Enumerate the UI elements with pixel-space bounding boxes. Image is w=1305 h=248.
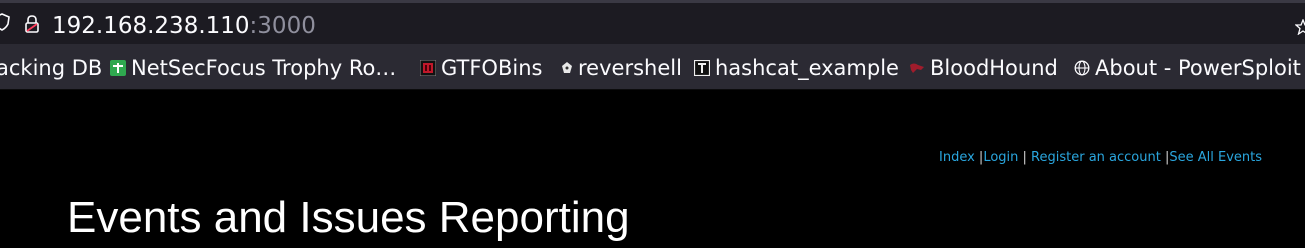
bookmark-label: About - PowerSploit xyxy=(1095,56,1301,80)
bookmark-revershell[interactable]: revershell xyxy=(561,55,682,81)
url-text[interactable]: 192.168.238.110:3000 xyxy=(52,12,316,40)
bookmark-gtfobins[interactable]: GTFOBins xyxy=(420,55,542,81)
nav-link-register[interactable]: Register an account xyxy=(1031,150,1161,165)
nav-link-see-all-events[interactable]: See All Events xyxy=(1169,150,1262,165)
top-nav: Index |Login | Register an account |See … xyxy=(939,150,1262,166)
bookmark-netsecfocus[interactable]: NetSecFocus Trophy Ro… xyxy=(110,55,396,81)
bookmark-label: acking DB xyxy=(0,56,103,80)
bookmark-star-icon[interactable] xyxy=(1295,19,1305,35)
bookmark-label: BloodHound xyxy=(930,56,1058,80)
green-plus-favicon xyxy=(110,60,126,76)
shield-icon[interactable] xyxy=(0,13,10,31)
url-port: :3000 xyxy=(249,13,316,39)
bookmark-label: hashcat_example xyxy=(715,56,899,80)
bookmark-powersploit[interactable]: About - PowerSploit xyxy=(1074,55,1301,81)
lock-icon[interactable] xyxy=(24,15,40,33)
bookmark-hashcat-example[interactable]: hashcat_example xyxy=(694,55,899,81)
bookmark-hacking-db[interactable]: acking DB xyxy=(0,55,102,81)
bookmark-label: NetSecFocus Trophy Ro… xyxy=(131,56,397,80)
nav-link-login[interactable]: Login xyxy=(983,150,1018,165)
shell-favicon xyxy=(562,62,572,73)
red-gtfobins-favicon xyxy=(420,60,436,76)
page-title: Events and Issues Reporting xyxy=(67,193,630,242)
bloodhound-favicon xyxy=(910,63,924,73)
globe-icon xyxy=(1074,60,1090,76)
nav-separator: | xyxy=(1018,150,1032,165)
bookmark-label: revershell xyxy=(578,56,682,80)
bookmark-bloodhound[interactable]: BloodHound xyxy=(909,55,1058,81)
nav-link-index[interactable]: Index xyxy=(939,150,975,165)
hashcat-favicon xyxy=(694,60,710,76)
bookmarks-toolbar: acking DB NetSecFocus Trophy Ro… GTFOBin… xyxy=(0,44,1305,90)
url-bar[interactable]: 192.168.238.110:3000 xyxy=(0,0,1305,44)
url-host: 192.168.238.110 xyxy=(52,13,250,39)
bookmark-label: GTFOBins xyxy=(441,56,543,80)
